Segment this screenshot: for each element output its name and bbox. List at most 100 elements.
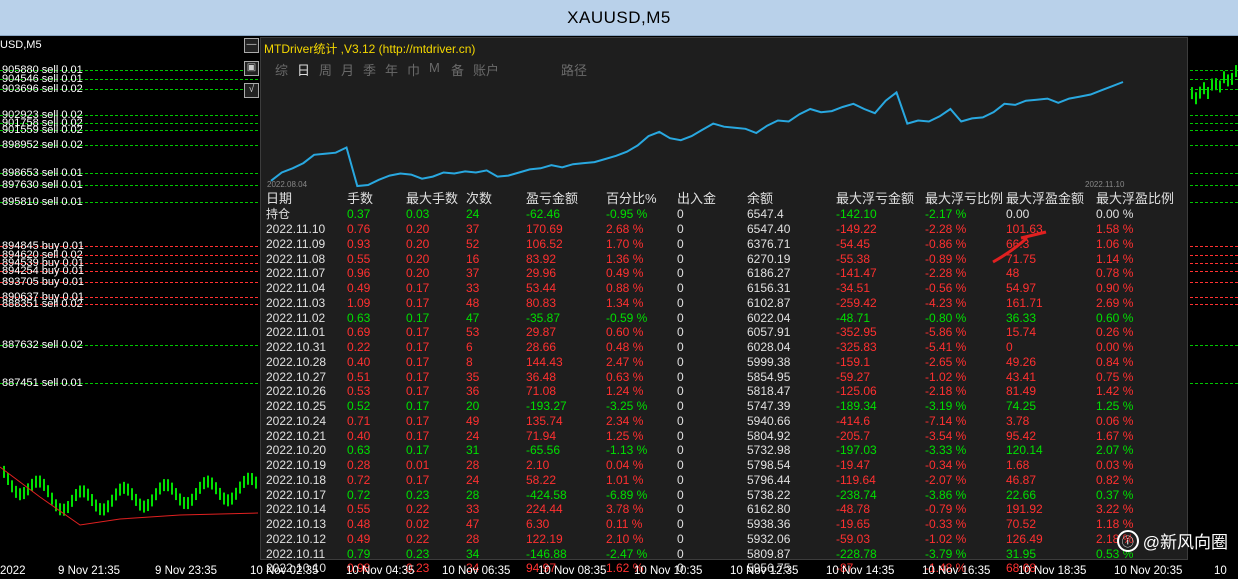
menu-tab[interactable]: 月 [341, 60, 354, 79]
table-cell: 37 [466, 222, 480, 236]
table-cell: 2022.10.12 [266, 531, 327, 546]
table-cell: 0.76 [347, 222, 371, 236]
table-cell: 6156.31 [747, 281, 791, 295]
order-label: 898653 sell 0.01 [2, 167, 83, 179]
table-cell: 2022.11.03 [266, 295, 326, 310]
table-cell: 0 [677, 251, 684, 266]
order-label: 898952 sell 0.02 [2, 139, 83, 151]
time-tick-label: 2022 [0, 565, 26, 577]
menu-tab[interactable]: 巾 [407, 60, 420, 79]
panel-title: MTDriver统计 ,V3.12 (http://mtdriver.cn) [264, 42, 476, 56]
menu-tab[interactable]: 路径 [561, 60, 587, 79]
table-cell: 百分比% [606, 191, 657, 206]
menu-tab[interactable]: 年 [385, 60, 398, 79]
price-chart[interactable]: USD,M5 905880 sell 0.01 904546 sell 0.01 9… [0, 37, 1238, 579]
table-row: 2022.10.21 0.40 0.17 24 71.94 1.25 % 0 5804.92 -… [261, 429, 1189, 443]
table-cell: 53 [466, 325, 480, 340]
table-row: 2022.11.01 0.69 0.17 53 29.87 0.60 % 0 6057.91 -… [261, 325, 1189, 339]
mtdriver-stats-panel[interactable]: MTDriver统计 ,V3.12 (http://mtdriver.cn) 综… [260, 37, 1189, 575]
table-cell: -193.27 [526, 399, 567, 413]
table-cell: 0.06 % [1096, 413, 1134, 428]
time-tick-label: 10 Nov 16:35 [922, 565, 991, 577]
table-cell: 0.20 [406, 236, 430, 251]
table-cell: 0.17 [406, 369, 430, 384]
table-cell: 0.49 [347, 531, 371, 546]
table-cell: 0 [677, 295, 684, 310]
table-cell: 2022.10.21 [266, 428, 327, 443]
menu-tab[interactable]: 账户 [473, 60, 499, 79]
table-cell: 1.25 % [606, 428, 644, 443]
time-tick-label: 10 Nov 08:35 [538, 565, 607, 577]
table-cell: 6.30 [526, 517, 550, 531]
table-row: 2022.10.26 0.53 0.17 36 71.08 1.24 % 0 5818.47 -… [261, 384, 1189, 398]
table-cell: 6376.71 [747, 236, 791, 251]
table-cell: -54.45 [836, 236, 871, 251]
table-cell: 170.69 [526, 222, 563, 236]
menu-tab[interactable]: 备 [451, 60, 464, 79]
table-cell: 0.17 [406, 281, 430, 295]
table-cell: -189.34 [836, 399, 877, 413]
table-cell: 48 [1006, 266, 1020, 281]
menu-tab[interactable]: 日 [297, 60, 310, 79]
table-cell: -149.22 [836, 222, 877, 236]
order-label: 897630 sell 0.01 [2, 179, 83, 191]
table-cell: 46.87 [1006, 472, 1037, 487]
table-cell: -2.28 % [925, 222, 967, 236]
table-cell: -48.71 [836, 310, 871, 325]
menu-tab[interactable]: 周 [319, 60, 332, 79]
restore-panel-icon[interactable]: ▣ [244, 61, 259, 76]
table-cell: 1.14 % [1096, 251, 1134, 266]
table-cell: 0 [677, 531, 684, 546]
table-cell: 0.17 [406, 295, 430, 310]
table-cell: -1.13 % [606, 443, 648, 458]
minimize-panel-icon[interactable]: — [244, 38, 259, 53]
time-tick-label: 10 Nov 12:35 [730, 565, 799, 577]
table-cell: 0.60 % [1096, 310, 1134, 325]
table-row: 2022.10.13 0.48 0.02 47 6.30 0.11 % 0 5938.36 -1… [261, 517, 1189, 531]
menu-tab[interactable]: 季 [363, 60, 376, 79]
table-cell: 0.04 % [606, 458, 644, 472]
table-cell: 5932.06 [747, 531, 791, 546]
table-cell: -259.42 [836, 295, 877, 310]
check-icon[interactable]: √ [244, 83, 259, 98]
table-cell: -159.1 [836, 354, 871, 369]
menu-tab[interactable]: 综 [275, 60, 288, 79]
table-cell: -3.33 % [925, 443, 967, 458]
table-cell: 6022.04 [747, 310, 791, 325]
table-cell: -1.02 % [925, 531, 967, 546]
table-cell: 0.55 [347, 251, 371, 266]
table-cell: -3.54 % [925, 428, 967, 443]
table-cell: -205.7 [836, 428, 871, 443]
table-cell: -2.07 % [925, 472, 967, 487]
menu-tab[interactable]: M [429, 60, 440, 75]
table-cell: 0 [677, 266, 684, 281]
table-cell: 6162.80 [747, 502, 791, 517]
table-cell: -146.88 [526, 546, 567, 561]
table-cell: -0.56 % [925, 281, 967, 295]
table-cell: 5804.92 [747, 428, 791, 443]
table-row: 2022.10.24 0.71 0.17 49 135.74 2.34 % 0 5940.66… [261, 414, 1189, 428]
table-cell: 0 [677, 384, 684, 399]
table-cell: 0.71 [347, 413, 371, 428]
table-cell: -35.87 [526, 310, 561, 325]
window-titlebar[interactable]: XAUUSD,M5 [0, 0, 1238, 36]
table-cell: 36 [466, 384, 480, 399]
table-cell: 53.44 [526, 281, 557, 295]
order-label: 887632 sell 0.02 [2, 339, 83, 351]
table-cell: 2022.11.09 [266, 236, 326, 251]
time-tick-label: 10 Nov 04:35 [346, 565, 415, 577]
table-cell: 0.00 % [1096, 340, 1134, 354]
table-cell: -65.56 [526, 443, 561, 458]
table-cell: 0.48 % [606, 340, 644, 354]
table-cell: 15.74 [1006, 325, 1037, 340]
table-cell: 20 [466, 399, 480, 413]
table-cell: 47 [466, 310, 480, 325]
window-title: XAUUSD,M5 [567, 7, 671, 27]
table-cell: 24 [466, 207, 480, 221]
table-cell: -2.28 % [925, 266, 967, 281]
table-cell: 2022.11.07 [266, 266, 326, 281]
table-cell: 5732.98 [747, 443, 791, 458]
table-cell: 5798.54 [747, 458, 791, 472]
order-label: 888351 sell 0.02 [2, 298, 83, 310]
time-axis: 2022 9 Nov 21:35 9 Nov 23:35 10 Nov 02:35 10… [0, 565, 1238, 579]
